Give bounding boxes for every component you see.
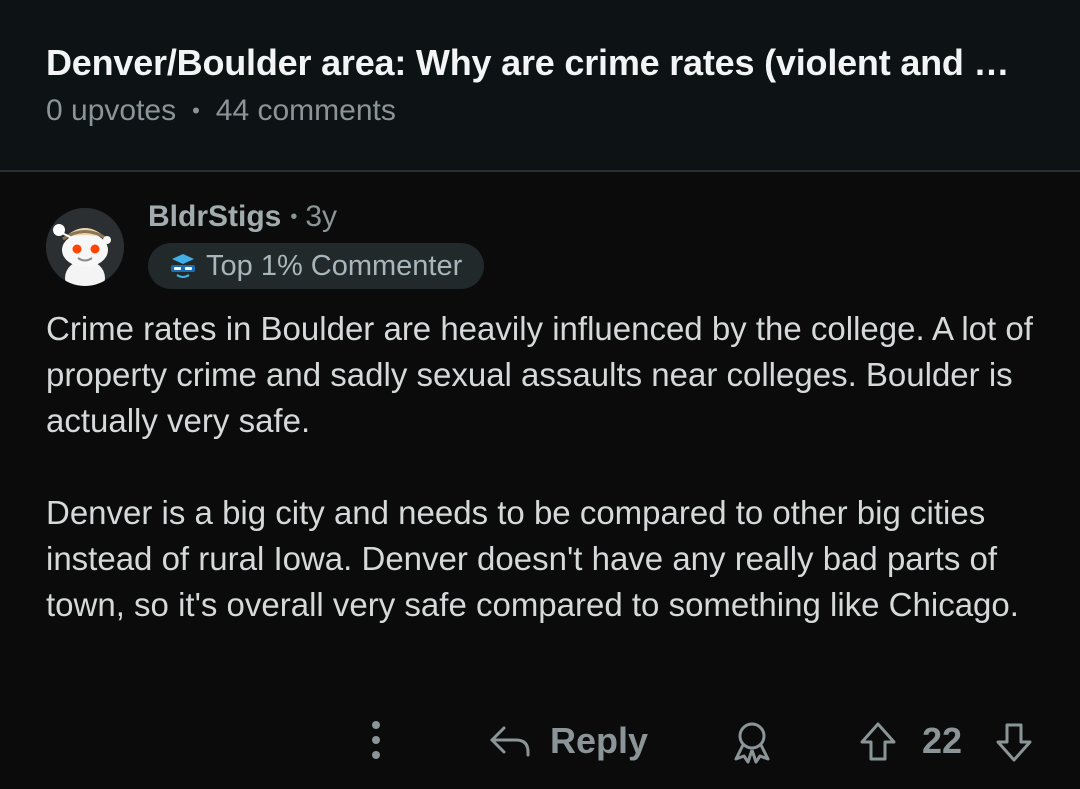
more-options-icon	[372, 721, 380, 759]
comment-header: BldrStigs • 3y	[148, 200, 337, 234]
comment-count: 44 comments	[215, 94, 396, 127]
post-header[interactable]: Denver/Boulder area: Why are crime rates…	[0, 0, 1080, 172]
more-options-button[interactable]	[366, 718, 386, 762]
upvote-count: 0 upvotes	[46, 94, 177, 127]
comment-paragraph: Crime rates in Boulder are heavily influ…	[46, 310, 1033, 439]
post-meta: 0 upvotes • 44 comments	[46, 94, 396, 128]
header-separator: •	[290, 205, 298, 228]
username[interactable]: BldrStigs	[148, 200, 281, 234]
comment-body: Crime rates in Boulder are heavily influ…	[46, 306, 1046, 628]
reply-label: Reply	[550, 720, 649, 761]
post-title[interactable]: Denver/Boulder area: Why are crime rates…	[46, 42, 1046, 84]
top-commenter-badge-icon	[171, 254, 195, 278]
reply-button[interactable]: Reply	[488, 716, 648, 766]
downvote-button[interactable]	[992, 720, 1036, 764]
downvote-arrow-icon	[996, 723, 1032, 762]
upvote-button[interactable]	[856, 720, 900, 764]
reply-arrow-icon	[490, 726, 530, 757]
comment-actions: Reply 22	[0, 716, 1080, 766]
upvote-arrow-icon	[860, 722, 896, 761]
flair-label: Top 1% Commenter	[206, 249, 463, 282]
avatar[interactable]	[46, 208, 124, 286]
meta-separator: •	[192, 98, 200, 123]
award-icon	[734, 722, 770, 764]
vote-score: 22	[922, 720, 963, 761]
comment: BldrStigs • 3y Top 1% Commenter Crime ra…	[0, 174, 1080, 789]
award-button[interactable]	[730, 720, 774, 764]
snoo-avatar-icon	[46, 208, 124, 286]
comment-age: 3y	[305, 200, 338, 233]
user-flair: Top 1% Commenter	[148, 243, 485, 289]
comment-paragraph: Denver is a big city and needs to be com…	[46, 494, 1019, 623]
